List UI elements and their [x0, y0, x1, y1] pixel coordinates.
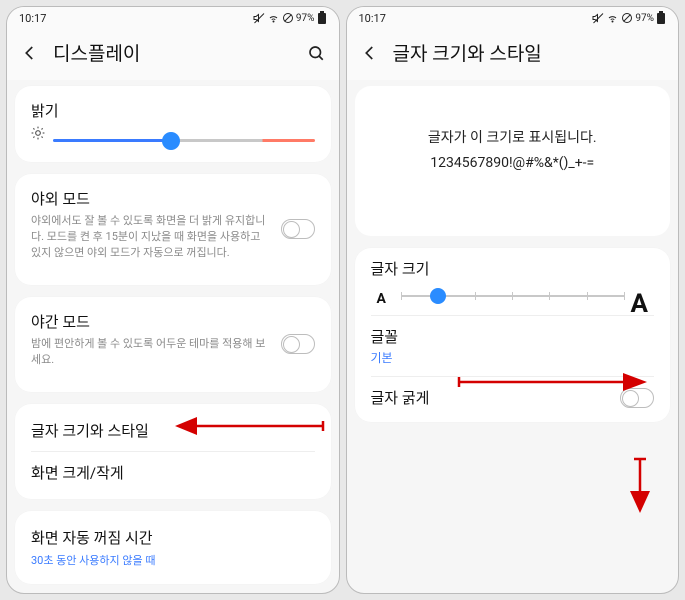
outdoor-toggle[interactable] [281, 219, 315, 239]
font-controls-card: 글자 크기 A A 글꼴 기본 글자 굵게 [355, 248, 671, 422]
phone-font-settings: 10:17 97% 글자 크기와 스타일 글자가 이 크기로 표시됩니다. 12… [346, 6, 680, 594]
font-preview-card: 글자가 이 크기로 표시됩니다. 1234567890!@#%&*()_+-= [355, 86, 671, 236]
font-family-row[interactable]: 글꼴 기본 [371, 315, 655, 376]
bold-toggle[interactable] [620, 388, 654, 408]
battery-icon [317, 11, 327, 25]
preview-line-1: 글자가 이 크기로 표시됩니다. [371, 126, 655, 151]
timeout-card: 화면 자동 꺼짐 시간 30초 동안 사용하지 않을 때 [15, 511, 331, 584]
night-title: 야간 모드 [31, 311, 315, 332]
page-title: 글자 크기와 스타일 [393, 39, 665, 66]
back-icon[interactable] [361, 44, 379, 62]
battery-icon [656, 11, 666, 25]
outdoor-title: 야외 모드 [31, 188, 315, 209]
status-time: 10:17 [19, 12, 46, 25]
phone-display-settings: 10:17 97% 디스플레이 밝기 야외 모드 [6, 6, 340, 594]
status-bar: 10:17 97% [7, 7, 339, 29]
page-title: 디스플레이 [53, 39, 293, 66]
outdoor-desc: 야외에서도 잘 볼 수 있도록 화면을 더 밝게 유지합니다. 모드를 켠 후 … [31, 213, 315, 261]
brightness-card: 밝기 [15, 86, 331, 162]
status-bar: 10:17 97% [347, 7, 679, 29]
brightness-slider[interactable] [31, 121, 315, 148]
back-icon[interactable] [21, 44, 39, 62]
annotation-arrow-bold [625, 457, 655, 513]
night-card: 야간 모드 밤에 편안하게 볼 수 있도록 어두운 테마를 적용해 보세요. [15, 297, 331, 392]
status-icons: 97% [592, 11, 666, 25]
screen-zoom-label: 화면 크게/작게 [31, 462, 315, 483]
outdoor-card: 야외 모드 야외에서도 잘 볼 수 있도록 화면을 더 밝게 유지합니다. 모드… [15, 174, 331, 285]
wifi-icon [267, 12, 280, 24]
brightness-knob[interactable] [162, 132, 180, 150]
night-toggle[interactable] [281, 334, 315, 354]
no-signal-icon [621, 12, 633, 24]
fontsize-min-icon: A [377, 291, 386, 307]
timeout-value: 30초 동안 사용하지 않을 때 [31, 552, 315, 568]
battery-text: 97% [296, 13, 315, 24]
font-style-row[interactable]: 글자 크기와 스타일 [31, 410, 315, 451]
font-family-label: 글꼴 [371, 326, 655, 347]
sun-icon [31, 125, 45, 144]
brightness-label: 밝기 [31, 100, 315, 121]
fontsize-row: 글자 크기 A A [371, 256, 655, 315]
timeout-title: 화면 자동 꺼짐 시간 [31, 527, 315, 548]
fontsize-knob[interactable] [430, 288, 446, 304]
search-icon[interactable] [307, 44, 325, 62]
screen-header: 디스플레이 [7, 29, 339, 80]
wifi-icon [606, 12, 619, 24]
fontsize-label: 글자 크기 [371, 258, 655, 279]
battery-text: 97% [635, 13, 654, 24]
status-time: 10:17 [359, 12, 386, 25]
font-screen-card: 글자 크기와 스타일 화면 크게/작게 [15, 404, 331, 499]
font-family-value: 기본 [371, 349, 655, 366]
outdoor-mode-row[interactable]: 야외 모드 야외에서도 잘 볼 수 있도록 화면을 더 밝게 유지합니다. 모드… [31, 188, 315, 271]
screen-zoom-row[interactable]: 화면 크게/작게 [31, 451, 315, 493]
screen-header: 글자 크기와 스타일 [347, 29, 679, 80]
night-mode-row[interactable]: 야간 모드 밤에 편안하게 볼 수 있도록 어두운 테마를 적용해 보세요. [31, 311, 315, 378]
mute-icon [253, 12, 265, 24]
timeout-row[interactable]: 화면 자동 꺼짐 시간 30초 동안 사용하지 않을 때 [31, 525, 315, 570]
font-style-label: 글자 크기와 스타일 [31, 420, 315, 441]
no-signal-icon [282, 12, 294, 24]
mute-icon [592, 12, 604, 24]
night-desc: 밤에 편안하게 볼 수 있도록 어두운 테마를 적용해 보세요. [31, 336, 315, 368]
bold-label: 글자 굵게 [371, 387, 655, 408]
fontsize-slider[interactable]: A A [371, 295, 655, 311]
bold-row[interactable]: 글자 굵게 [371, 376, 655, 418]
status-icons: 97% [253, 11, 327, 25]
preview-line-2: 1234567890!@#%&*()_+-= [371, 151, 655, 176]
